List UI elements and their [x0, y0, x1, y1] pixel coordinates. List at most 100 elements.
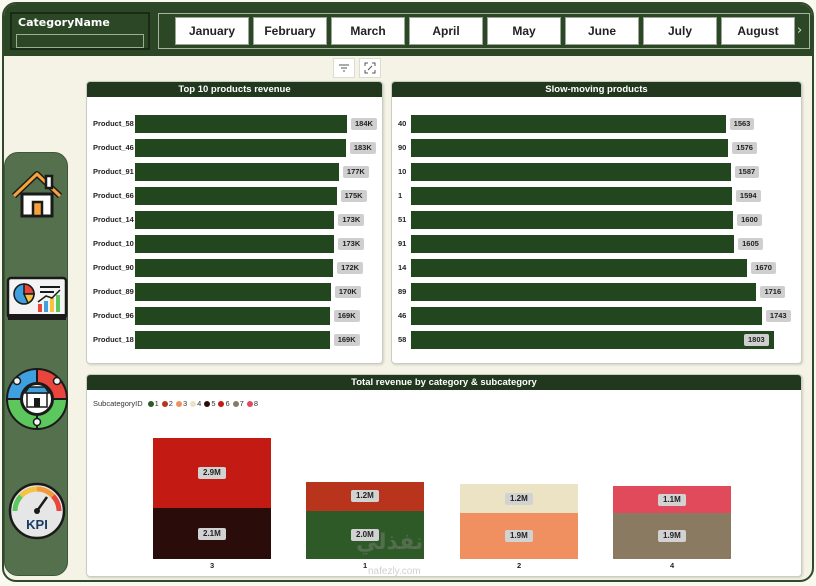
- legend-item[interactable]: 6: [218, 399, 230, 408]
- bar[interactable]: [411, 307, 762, 325]
- legend-label: 6: [225, 399, 230, 408]
- watermark-url: nafezly.com: [368, 566, 421, 577]
- bar[interactable]: [135, 163, 339, 181]
- legend-item[interactable]: 5: [204, 399, 215, 408]
- month-button-july[interactable]: July: [643, 17, 717, 45]
- bar-label: Product_58: [93, 119, 134, 128]
- legend-item[interactable]: 4: [190, 399, 201, 408]
- svg-text:KPI: KPI: [26, 517, 48, 532]
- legend-item[interactable]: 2: [161, 399, 173, 408]
- category-revenue-card[interactable]: Total revenue by category & subcategory …: [86, 374, 802, 577]
- bar[interactable]: [411, 235, 735, 253]
- bar-value-label: 177K: [342, 166, 369, 178]
- bar-value-label: 169K: [333, 310, 360, 322]
- bar-label: 10: [398, 167, 407, 176]
- month-button-april[interactable]: April: [409, 17, 483, 45]
- bar-label: 90: [398, 143, 407, 152]
- legend-item[interactable]: 8: [246, 399, 258, 408]
- month-button-february[interactable]: February: [253, 17, 327, 45]
- x-axis-tick-label: 2: [517, 561, 522, 570]
- x-axis-tick-label: 1: [363, 561, 368, 570]
- bar[interactable]: [135, 307, 330, 325]
- bar[interactable]: [411, 139, 729, 157]
- bar-value-label: 183K: [349, 142, 376, 154]
- slow-moving-title: Slow-moving products: [392, 82, 801, 97]
- legend-item[interactable]: 1: [147, 399, 159, 408]
- nav-store-button[interactable]: [5, 367, 69, 431]
- watermark-logo: نفذلي: [356, 530, 424, 555]
- legend-label: 5: [211, 399, 216, 408]
- month-button-may[interactable]: May: [487, 17, 561, 45]
- bar-label: Product_96: [93, 311, 134, 320]
- bar-value-label: 173K: [338, 214, 365, 226]
- segment-value-label: 1.1M: [658, 493, 686, 506]
- month-button-march[interactable]: March: [331, 17, 405, 45]
- bar-value-label: 1587: [734, 166, 760, 178]
- bar[interactable]: [135, 331, 330, 349]
- bar[interactable]: [411, 283, 757, 301]
- month-button-june[interactable]: June: [565, 17, 639, 45]
- bar[interactable]: [135, 139, 346, 157]
- chevron-right-icon[interactable]: ›: [797, 22, 807, 40]
- bar[interactable]: [411, 211, 734, 229]
- bar-value-label: 184K: [351, 118, 377, 130]
- focus-mode-icon[interactable]: [359, 58, 381, 78]
- bar-value-label: 173K: [338, 238, 365, 250]
- nav-dashboard-button[interactable]: [6, 271, 68, 331]
- bar[interactable]: [411, 163, 731, 181]
- bar[interactable]: [411, 331, 774, 349]
- bar-value-label: 1600: [737, 214, 762, 226]
- segment-value-label: 2.1M: [198, 527, 226, 540]
- top-products-card[interactable]: Top 10 products revenue Product_58 184K Pr…: [86, 81, 383, 364]
- category-slicer[interactable]: CategoryName: [10, 12, 150, 50]
- segment-value-label: 1.9M: [505, 530, 533, 542]
- month-button-january[interactable]: January: [175, 17, 249, 45]
- bar[interactable]: [411, 187, 732, 205]
- bar-label: 40: [398, 119, 407, 128]
- category-slicer-title: CategoryName: [18, 16, 110, 29]
- bar-label: 58: [398, 335, 407, 344]
- month-button-august[interactable]: August: [721, 17, 795, 45]
- legend-swatch: [218, 400, 225, 407]
- slow-moving-card[interactable]: Slow-moving products 40 1563 90 1576 10 1587 1…: [391, 81, 802, 364]
- segment-value-label: 1.2M: [351, 490, 379, 503]
- bar[interactable]: [135, 259, 334, 277]
- legend-item[interactable]: 3: [175, 399, 188, 408]
- bar[interactable]: [411, 259, 748, 277]
- bar-label: 51: [398, 215, 407, 224]
- visual-header-tools: [333, 58, 385, 80]
- bar[interactable]: [135, 115, 347, 133]
- legend-label: 8: [253, 399, 258, 408]
- bar-value-label: 1670: [751, 262, 776, 274]
- bar[interactable]: [135, 235, 335, 253]
- bar-label: Product_91: [93, 167, 134, 176]
- legend-swatch: [175, 400, 182, 407]
- legend-label: 7: [239, 399, 244, 408]
- legend-title: SubcategoryID: [93, 399, 143, 408]
- bar[interactable]: [411, 115, 726, 133]
- legend-swatch: [204, 400, 211, 407]
- bar-value-label: 170K: [334, 286, 361, 298]
- bar[interactable]: [135, 211, 335, 229]
- segment-value-label: 1.2M: [505, 492, 533, 505]
- kpi-gauge-icon: KPI: [7, 481, 67, 545]
- legend-item[interactable]: 7: [232, 399, 244, 408]
- bar[interactable]: [135, 187, 337, 205]
- filter-icon[interactable]: [333, 58, 355, 78]
- nav-kpi-button[interactable]: KPI: [7, 481, 67, 545]
- legend-swatch: [161, 400, 168, 407]
- legend-label: 1: [154, 399, 159, 408]
- category-revenue-title: Total revenue by category & subcategory: [87, 375, 801, 390]
- nav-home-button[interactable]: [7, 167, 67, 227]
- bar[interactable]: [135, 283, 331, 301]
- bar-label: 14: [398, 263, 407, 272]
- legend-swatch: [246, 400, 253, 407]
- segment-value-label: 2.9M: [198, 467, 226, 480]
- legend-label: 3: [182, 399, 188, 408]
- bar-value-label: 1576: [732, 142, 757, 154]
- bar-value-label: 172K: [337, 262, 364, 274]
- category-slicer-dropdown[interactable]: [16, 34, 144, 48]
- legend-label: 4: [197, 399, 202, 408]
- dashboard-chart-icon: [6, 274, 68, 328]
- bar-label: Product_66: [93, 191, 134, 200]
